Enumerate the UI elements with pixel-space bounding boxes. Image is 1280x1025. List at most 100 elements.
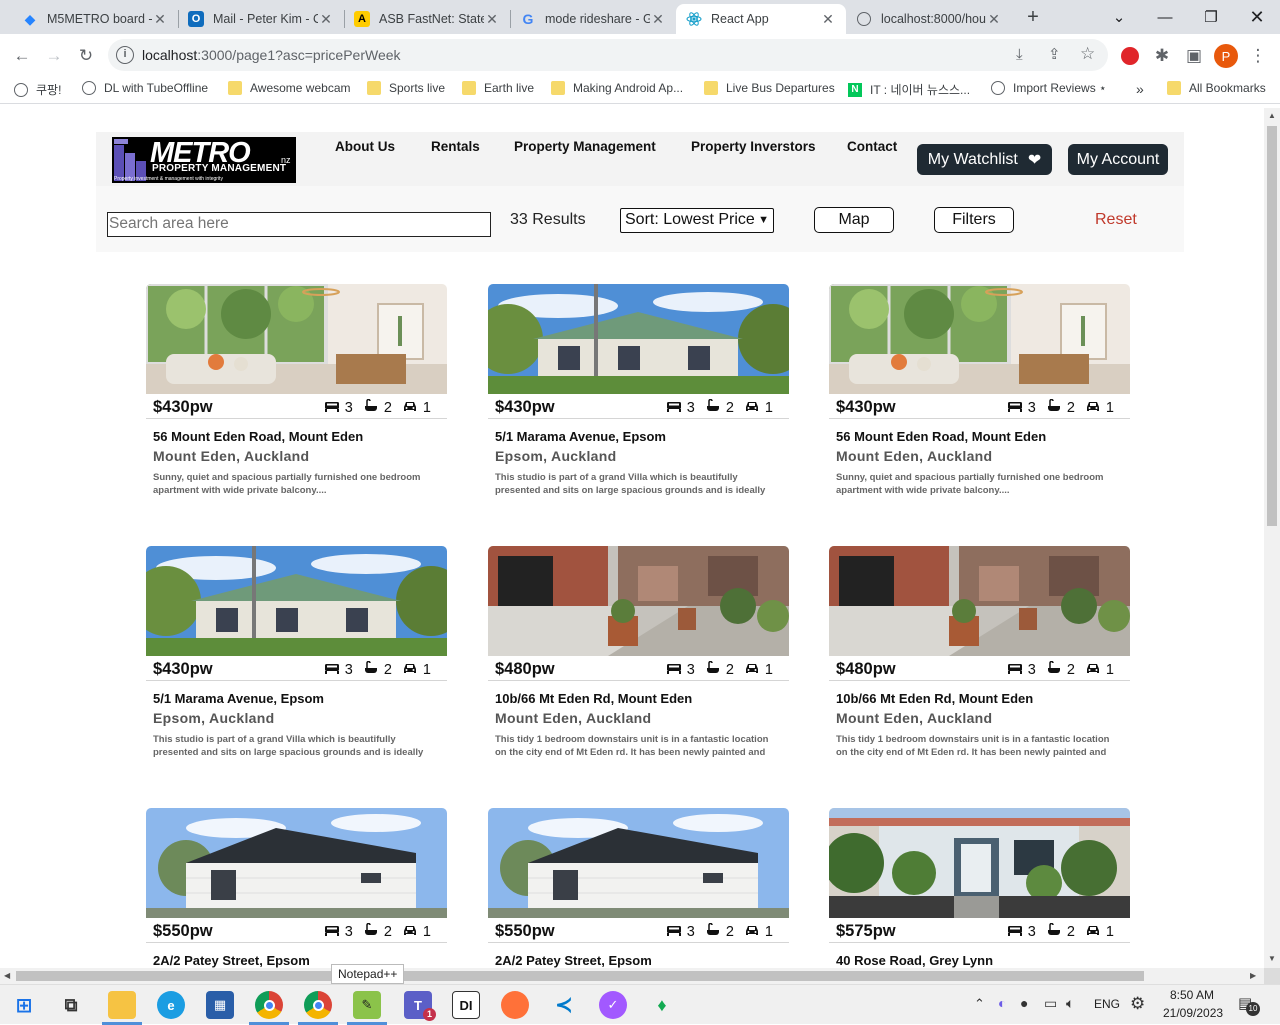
more-bookmarks-icon[interactable]: »: [1136, 81, 1144, 97]
adblock-icon[interactable]: [1116, 42, 1144, 70]
scroll-right-icon[interactable]: ▶: [1250, 971, 1256, 980]
reload-button[interactable]: ↻: [72, 42, 100, 70]
scrollbar-thumb[interactable]: [1267, 126, 1277, 526]
scroll-left-icon[interactable]: ◀: [4, 971, 10, 980]
clock-date[interactable]: 21/09/2023: [1163, 1006, 1223, 1020]
site-info-icon[interactable]: i: [116, 46, 134, 64]
tab-localhost[interactable]: localhost:8000/hou ✕: [846, 4, 1012, 34]
edge-icon[interactable]: e: [157, 991, 185, 1019]
window-close-button[interactable]: ✕: [1234, 0, 1280, 34]
close-icon[interactable]: ✕: [986, 11, 1002, 28]
listing-address[interactable]: 2A/2 Patey Street, Epsom: [495, 953, 652, 968]
listing-card[interactable]: $430pw 3 2 1 5/1 Marama Avenue, Epsom Ep…: [146, 546, 447, 778]
listing-photo[interactable]: [146, 808, 447, 918]
firefox-icon[interactable]: [501, 991, 529, 1019]
windows-start-icon[interactable]: ⊞: [10, 991, 38, 1019]
bookmark-item[interactable]: Earth live: [462, 81, 534, 95]
bookmark-item[interactable]: Awesome webcam: [228, 81, 351, 95]
app-icon[interactable]: ✓: [599, 991, 627, 1019]
map-button[interactable]: Map: [814, 207, 894, 233]
chrome-profile-icon[interactable]: [304, 991, 332, 1019]
bookmark-item[interactable]: Making Android Ap...: [551, 81, 683, 95]
horizontal-scrollbar[interactable]: ◀ ▶: [0, 968, 1264, 984]
profile-avatar[interactable]: P: [1212, 42, 1240, 70]
scroll-up-icon[interactable]: ▲: [1267, 111, 1277, 120]
listing-card[interactable]: $480pw 3 2 1 10b/66 Mt Eden Rd, Mount Ed…: [488, 546, 789, 778]
forward-button[interactable]: →: [40, 42, 68, 70]
bookmark-star-icon[interactable]: ☆: [1080, 44, 1095, 64]
tab-search-button[interactable]: ⌄: [1096, 0, 1142, 34]
side-panel-icon[interactable]: ▣: [1180, 42, 1208, 70]
dl-app-icon[interactable]: DI: [452, 991, 480, 1019]
mongodb-icon[interactable]: ♦: [648, 991, 676, 1019]
tab-react-app[interactable]: React App ✕: [676, 4, 846, 34]
notification-icon[interactable]: ▤ 10: [1238, 994, 1260, 1016]
listing-card[interactable]: $430pw 3 2 1 56 Mount Eden Road, Mount E…: [829, 284, 1130, 516]
bookmark-item[interactable]: Sports live: [367, 81, 445, 95]
listing-address[interactable]: 56 Mount Eden Road, Mount Eden: [153, 429, 363, 444]
tab-outlook[interactable]: O Mail - Peter Kim - O ✕: [178, 4, 344, 34]
close-icon[interactable]: ✕: [650, 11, 666, 28]
notepad-plus-plus-icon[interactable]: ✎: [353, 991, 381, 1019]
nav-property-investors[interactable]: Property Inverstors: [691, 139, 816, 154]
metro-logo[interactable]: METRO nz PROPERTY MANAGEMENT Property in…: [112, 137, 296, 183]
bookmark-item[interactable]: N IT : 네이버 뉴스스...: [848, 81, 970, 98]
listing-photo[interactable]: [829, 808, 1130, 918]
listing-address[interactable]: 40 Rose Road, Grey Lynn: [836, 953, 993, 968]
nav-rentals[interactable]: Rentals: [431, 139, 480, 154]
language-indicator[interactable]: ENG: [1094, 997, 1120, 1011]
listing-photo[interactable]: [146, 284, 447, 394]
listing-photo[interactable]: [829, 546, 1130, 656]
bookmark-item[interactable]: DL with TubeOffline: [82, 81, 208, 95]
microphone-icon[interactable]: ●: [1020, 995, 1028, 1011]
new-tab-button[interactable]: +: [1022, 6, 1044, 28]
nav-property-management[interactable]: Property Management: [514, 139, 656, 154]
clock-time[interactable]: 8:50 AM: [1170, 988, 1214, 1002]
listing-address[interactable]: 2A/2 Patey Street, Epsom: [153, 953, 310, 968]
sort-select[interactable]: Sort: Lowest Price ▼: [620, 208, 774, 233]
network-icon[interactable]: ▭: [1044, 995, 1057, 1012]
tray-overflow-icon[interactable]: ⌃: [974, 996, 985, 1012]
listing-address[interactable]: 10b/66 Mt Eden Rd, Mount Eden: [495, 691, 692, 706]
restore-button[interactable]: ❐: [1188, 0, 1234, 34]
listing-card[interactable]: $550pw 3 2 1 2A/2 Patey Street, Epsom: [146, 808, 447, 968]
scroll-down-icon[interactable]: ▼: [1267, 954, 1277, 963]
close-icon[interactable]: ✕: [152, 11, 168, 28]
listing-address[interactable]: 56 Mount Eden Road, Mount Eden: [836, 429, 1046, 444]
listing-photo[interactable]: [488, 808, 789, 918]
bookmark-item[interactable]: Live Bus Departures: [704, 81, 835, 95]
minimize-button[interactable]: —: [1142, 0, 1188, 34]
listing-photo[interactable]: [488, 546, 789, 656]
nav-contact[interactable]: Contact: [847, 139, 897, 154]
close-icon[interactable]: ✕: [484, 11, 500, 28]
scrollbar-thumb[interactable]: [16, 971, 1144, 981]
close-icon[interactable]: ✕: [820, 11, 836, 28]
teams-icon[interactable]: T1: [404, 991, 436, 1021]
my-account-button[interactable]: My Account: [1068, 144, 1168, 175]
tab-asb[interactable]: A ASB FastNet: Staten ✕: [344, 4, 510, 34]
share-icon[interactable]: ⇪: [1048, 45, 1061, 63]
listing-card[interactable]: $430pw 3 2 1 5/1 Marama Avenue, Epsom Ep…: [488, 284, 789, 516]
filters-button[interactable]: Filters: [934, 207, 1014, 233]
watchlist-button[interactable]: My Watchlist ❤: [917, 144, 1052, 175]
search-input[interactable]: Search area here: [107, 212, 491, 237]
listing-card[interactable]: $480pw 3 2 1 10b/66 Mt Eden Rd, Mount Ed…: [829, 546, 1130, 778]
listing-address[interactable]: 10b/66 Mt Eden Rd, Mount Eden: [836, 691, 1033, 706]
vscode-icon[interactable]: ≺: [550, 991, 578, 1019]
listing-card[interactable]: $550pw 3 2 1 2A/2 Patey Street, Epsom: [488, 808, 789, 968]
listing-address[interactable]: 5/1 Marama Avenue, Epsom: [153, 691, 324, 706]
back-button[interactable]: ←: [8, 42, 36, 70]
file-explorer-icon[interactable]: [108, 991, 136, 1019]
listing-address[interactable]: 5/1 Marama Avenue, Epsom: [495, 429, 666, 444]
chrome-icon[interactable]: [255, 991, 283, 1019]
store-icon[interactable]: ▦: [206, 991, 234, 1019]
extensions-icon[interactable]: ✱: [1148, 42, 1176, 70]
chrome-menu-icon[interactable]: ⋮: [1244, 42, 1272, 70]
close-icon[interactable]: ✕: [318, 11, 334, 28]
reset-link[interactable]: Reset: [1095, 211, 1137, 229]
all-bookmarks[interactable]: All Bookmarks: [1167, 81, 1266, 95]
listing-photo[interactable]: [146, 546, 447, 656]
address-bar[interactable]: i localhost:3000/page1?asc=pricePerWeek …: [108, 39, 1108, 71]
listing-card[interactable]: $430pw 3 2 1 56 Mount Eden Road, Mount E…: [146, 284, 447, 516]
settings-gear-icon[interactable]: ⚙: [1130, 994, 1145, 1014]
